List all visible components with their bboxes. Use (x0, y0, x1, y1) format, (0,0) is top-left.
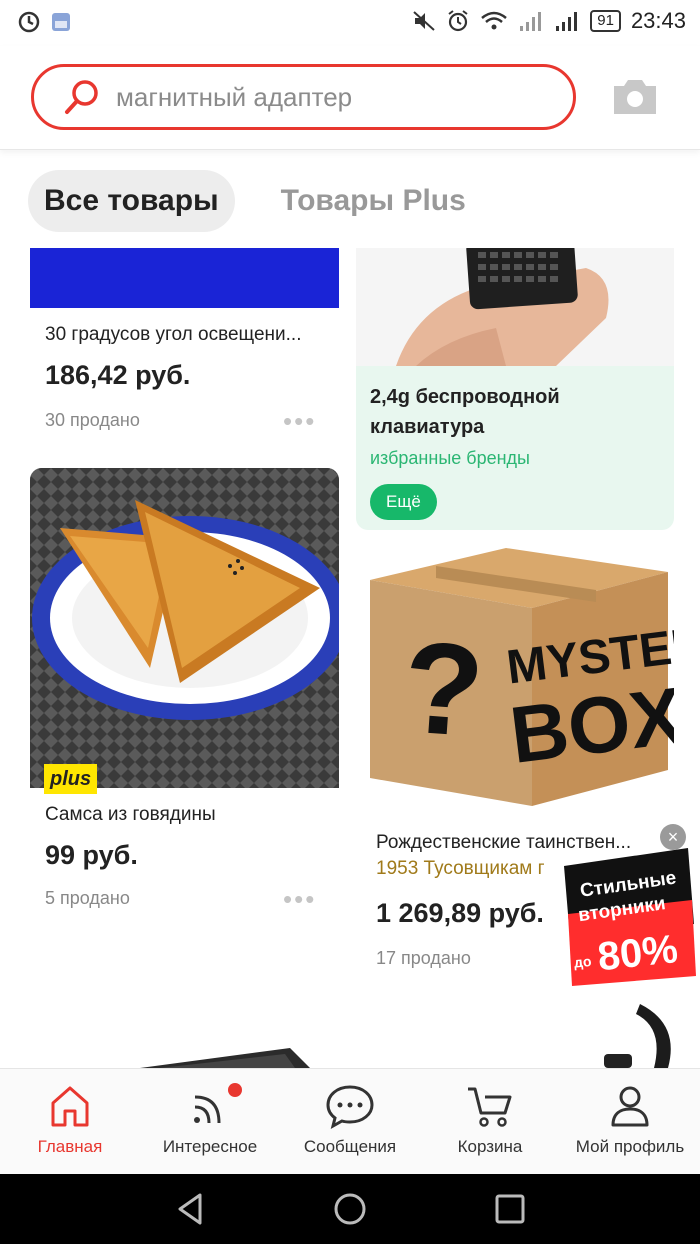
home-icon (51, 1086, 89, 1127)
search-input[interactable]: магнитный адаптер (31, 64, 576, 130)
more-options-icon[interactable]: ••• (283, 406, 316, 437)
mute-icon (413, 11, 435, 31)
nav-home[interactable]: Главная (0, 1069, 140, 1174)
store-name[interactable]: 1953 Тусовщикам г (376, 858, 545, 880)
brand-card-subtitle: избранные бренды (370, 448, 530, 468)
signal-icon-2 (556, 12, 578, 31)
promo-banner-stylish-tuesdays[interactable]: Стильные вторники до 80% (560, 826, 696, 986)
profile-icon (611, 1086, 649, 1127)
brand-card-keyboard[interactable]: 2,4g беспроводной клавиатура избранные б… (356, 248, 674, 530)
nav-label: Корзина (457, 1137, 523, 1156)
product-sold-count: 5 продано (45, 888, 130, 908)
battery-indicator: 91 (590, 10, 621, 32)
nav-label: Интересное (162, 1137, 258, 1156)
search-icon (65, 80, 98, 114)
product-image-mystery-box[interactable]: ? MYSTERY BOX (356, 544, 700, 816)
more-options-icon[interactable]: ••• (283, 884, 316, 915)
hand-keyboard-illustration (356, 248, 674, 366)
product-image-angle-light[interactable] (30, 248, 339, 308)
nav-messages[interactable]: Сообщения (280, 1069, 420, 1174)
home-system-icon[interactable] (332, 1191, 368, 1227)
system-navigation-bar (0, 1174, 700, 1244)
status-right: 91 23:43 (412, 8, 686, 34)
wifi-icon (481, 11, 508, 30)
search-query-text: магнитный адаптер (116, 81, 353, 112)
mystery-box-illustration: ? MYSTERY BOX (370, 548, 700, 806)
tab-all-products[interactable]: Все товары (28, 170, 235, 232)
product-sold-count: 17 продано (376, 948, 471, 968)
app-notification-icon (18, 11, 40, 33)
chat-icon (326, 1085, 374, 1129)
recents-icon[interactable] (492, 1191, 528, 1227)
back-icon[interactable] (172, 1191, 208, 1227)
status-left (18, 11, 72, 33)
next-row-partial (0, 1004, 700, 1068)
nav-label: Мой профиль (575, 1137, 685, 1156)
product-title[interactable]: 30 градусов угол освещени... (45, 324, 330, 346)
product-title[interactable]: Самса из говядины (45, 804, 330, 826)
samsa-illustration (30, 468, 339, 788)
notification-dot (228, 1083, 242, 1097)
promo-discount: 80% (596, 927, 680, 979)
cart-icon (468, 1087, 512, 1127)
product-image-samsa[interactable] (30, 468, 339, 788)
status-bar: 91 23:43 (0, 0, 700, 46)
product-price: 1 269,89 руб. (376, 898, 544, 928)
nav-cart[interactable]: Корзина (420, 1069, 560, 1174)
alarm-icon (448, 10, 468, 32)
product-price: 186,42 руб. (45, 360, 191, 390)
nav-profile[interactable]: Мой профиль (560, 1069, 700, 1174)
close-icon[interactable]: × (660, 824, 686, 850)
bottom-navigation: Главная Интересное Сообщения Корзина Мой… (0, 1068, 700, 1174)
camera-icon[interactable] (610, 76, 660, 116)
category-tabs: Все товары Товары Plus (28, 170, 482, 232)
more-button[interactable]: Ещё (370, 484, 437, 520)
product-sold-count: 30 продано (45, 410, 140, 430)
product-price: 99 руб. (45, 840, 138, 870)
feed-icon (194, 1095, 221, 1124)
plus-badge: plus (44, 764, 98, 794)
nav-feed[interactable]: Интересное (140, 1069, 280, 1174)
nav-label: Сообщения (303, 1137, 397, 1156)
product-image-keyboard[interactable] (356, 248, 674, 366)
search-header: магнитный адаптер (0, 46, 700, 150)
promo-prefix: до (573, 953, 592, 971)
next-products-illustration (140, 1004, 671, 1068)
brand-card-title[interactable]: 2,4g беспроводной клавиатура (370, 382, 660, 442)
tab-plus-products[interactable]: Товары Plus (265, 170, 482, 232)
status-time: 23:43 (630, 8, 686, 33)
svg-text:?: ? (399, 613, 488, 764)
gallery-notification-icon (52, 13, 70, 31)
signal-icon-1 (520, 12, 542, 31)
nav-label: Главная (37, 1137, 103, 1156)
promo-badge-graphic: Стильные вторники до 80% (564, 848, 696, 986)
